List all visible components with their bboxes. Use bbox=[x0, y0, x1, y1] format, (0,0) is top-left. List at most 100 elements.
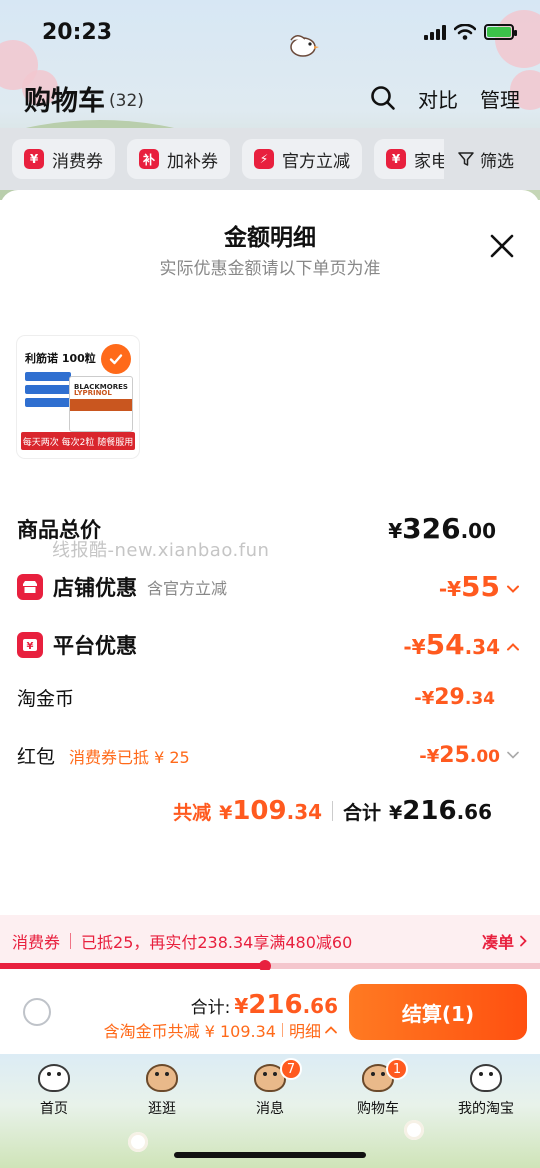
chip-label: 加补券 bbox=[167, 151, 218, 172]
bottom-tab-bar: 首页 逛逛 7 消息 1 购物车 我的淘宝 bbox=[0, 1054, 540, 1168]
voucher-tag: 消费券 bbox=[12, 933, 61, 952]
bear-browse-icon bbox=[142, 1060, 182, 1096]
voucher-progress-fill bbox=[0, 963, 265, 969]
manage-button[interactable]: 管理 bbox=[480, 84, 520, 113]
tab-label: 消息 bbox=[256, 1101, 284, 1117]
tab-label: 逛逛 bbox=[148, 1101, 176, 1117]
chip-label: 消费券 bbox=[52, 151, 103, 172]
yen-tag-icon: ¥ bbox=[24, 149, 44, 169]
status-icons bbox=[424, 24, 517, 40]
sheet-title: 金额明细 bbox=[224, 225, 316, 251]
feature-tag bbox=[25, 398, 71, 407]
checkout-total: 合计: ¥ 216 .66 bbox=[190, 990, 338, 1020]
selected-check-icon[interactable] bbox=[101, 344, 131, 374]
product-subbrand: LYPRINOL bbox=[74, 389, 112, 397]
taojinbi-row: 淘金币 -¥ 29 .34 bbox=[17, 684, 520, 711]
shop-discount-label: 店铺优惠 bbox=[53, 575, 137, 600]
cart-badge: 1 bbox=[386, 1058, 408, 1080]
shop-discount-note: 含官方立减 bbox=[147, 578, 228, 598]
panda-home-icon bbox=[34, 1060, 74, 1096]
divider bbox=[332, 801, 334, 821]
sheet-subtitle: 实际优惠金额请以下单页为准 bbox=[159, 259, 381, 279]
home-indicator bbox=[174, 1152, 366, 1158]
voucher-text: 已抵25，再实付238.34享满480减60 bbox=[81, 933, 353, 952]
chip-label: 官方立减 bbox=[282, 151, 350, 172]
add-items-link[interactable]: 凑单 bbox=[482, 929, 528, 953]
feature-tag bbox=[25, 385, 71, 394]
total-amount: 216 bbox=[402, 796, 457, 826]
chevron-right-icon bbox=[520, 935, 527, 947]
checkout-button[interactable]: 结算(1) bbox=[349, 984, 527, 1040]
shop-discount-amount: -¥ 55 bbox=[439, 570, 520, 603]
platform-voucher-icon: ¥ bbox=[17, 631, 43, 658]
select-all-checkbox[interactable] bbox=[23, 998, 51, 1026]
tab-browse[interactable]: 逛逛 bbox=[108, 1054, 216, 1124]
checkout-bar: 合计: ¥ 216 .66 含淘金币共减 ¥ 109.34 明细 结算(1) bbox=[0, 970, 540, 1054]
cart-titlebar: 购物车 (32) 对比 管理 bbox=[24, 78, 520, 118]
battery-icon bbox=[484, 24, 517, 40]
close-icon[interactable] bbox=[488, 232, 516, 260]
platform-discount-label: 平台优惠 bbox=[53, 633, 137, 658]
divider bbox=[70, 933, 72, 949]
chevron-down-icon bbox=[507, 751, 519, 759]
saved-amount: 109 bbox=[232, 796, 287, 826]
red-packet-label: 红包 bbox=[17, 746, 56, 768]
tab-my-taobao[interactable]: 我的淘宝 bbox=[432, 1054, 540, 1124]
total-label: 合计 bbox=[343, 802, 382, 824]
compare-button[interactable]: 对比 bbox=[418, 84, 458, 113]
status-time: 20:23 bbox=[42, 20, 113, 45]
flower-decoration bbox=[128, 1132, 148, 1152]
signal-icon bbox=[424, 24, 446, 40]
tab-label: 首页 bbox=[40, 1101, 68, 1117]
lightning-icon: ⚡ bbox=[254, 149, 274, 169]
voucher-progress-track bbox=[0, 960, 540, 972]
chip-label: 家电 bbox=[414, 151, 448, 172]
product-thumbnail[interactable]: 利筋诺 100粒 BLACKMORES LYPRINOL 每天两次 每次2粒 随… bbox=[17, 336, 139, 458]
watermark-text: 线报酷-new.xianbao.fun bbox=[52, 540, 270, 561]
taojinbi-label: 淘金币 bbox=[17, 688, 75, 710]
chevron-up-icon bbox=[325, 1026, 337, 1034]
page-title: 购物车 bbox=[24, 85, 105, 117]
divider bbox=[281, 1023, 283, 1037]
red-packet-amount: -¥ 25 .00 bbox=[419, 743, 520, 768]
chevron-up-icon bbox=[507, 643, 519, 651]
tab-label: 我的淘宝 bbox=[458, 1101, 514, 1117]
product-box-stripe bbox=[70, 399, 132, 411]
red-packet-row[interactable]: 红包 消费券已抵 ¥ 25 -¥ 25 .00 bbox=[17, 742, 520, 769]
shop-discount-row[interactable]: 店铺优惠 含官方立减 -¥ 55 bbox=[17, 570, 520, 603]
messages-badge: 7 bbox=[280, 1058, 302, 1080]
chevron-down-icon bbox=[507, 585, 519, 593]
tab-messages[interactable]: 7 消息 bbox=[216, 1054, 324, 1124]
filter-label: 筛选 bbox=[480, 151, 514, 172]
checkout-detail[interactable]: 含淘金币共减 ¥ 109.34 明细 bbox=[104, 1018, 338, 1042]
bird-decoration-icon bbox=[290, 35, 319, 57]
product-box-image: BLACKMORES LYPRINOL bbox=[69, 376, 133, 432]
chip-official-discount[interactable]: ⚡ 官方立减 bbox=[242, 139, 362, 179]
cart-count: (32) bbox=[109, 91, 144, 111]
panda-profile-icon bbox=[466, 1060, 506, 1096]
funnel-icon bbox=[458, 152, 474, 166]
sheet-summary: 共减 ¥ 109 .34 合计 ¥ 216 .66 bbox=[173, 796, 492, 826]
feature-tag bbox=[25, 372, 71, 381]
amount-detail-sheet: 金额明细 实际优惠金额请以下单页为准 利筋诺 100粒 BLACKMORES L… bbox=[0, 190, 540, 915]
chip-consumption-voucher[interactable]: ¥ 消费券 bbox=[12, 139, 115, 179]
goods-total-amount: ¥ 326 .00 bbox=[388, 512, 496, 545]
wifi-icon bbox=[454, 24, 476, 40]
red-packet-note: 消费券已抵 ¥ 25 bbox=[69, 747, 190, 767]
detail-link[interactable]: 明细 bbox=[289, 1018, 321, 1042]
search-icon[interactable] bbox=[370, 85, 396, 111]
chip-subsidy-voucher[interactable]: 补 加补券 bbox=[127, 139, 230, 179]
tab-home[interactable]: 首页 bbox=[0, 1054, 108, 1124]
platform-discount-row[interactable]: ¥ 平台优惠 -¥ 54 .34 bbox=[17, 628, 520, 661]
svg-text:¥: ¥ bbox=[27, 641, 34, 652]
saved-label: 共减 bbox=[173, 802, 212, 824]
shop-icon bbox=[17, 573, 43, 600]
checkout-total-amount: 216 bbox=[248, 990, 303, 1020]
taojinbi-amount: -¥ 29 .34 bbox=[414, 685, 495, 710]
product-name: 利筋诺 100粒 bbox=[25, 352, 96, 365]
voucher-progress-bar: 消费券 已抵25，再实付238.34享满480减60 凑单 bbox=[0, 915, 540, 967]
tab-cart[interactable]: 1 购物车 bbox=[324, 1054, 432, 1124]
product-usage-banner: 每天两次 每次2粒 随餐服用 bbox=[21, 432, 135, 450]
filter-button[interactable]: 筛选 bbox=[444, 128, 540, 190]
checkout-total-label: 合计: bbox=[190, 998, 231, 1018]
